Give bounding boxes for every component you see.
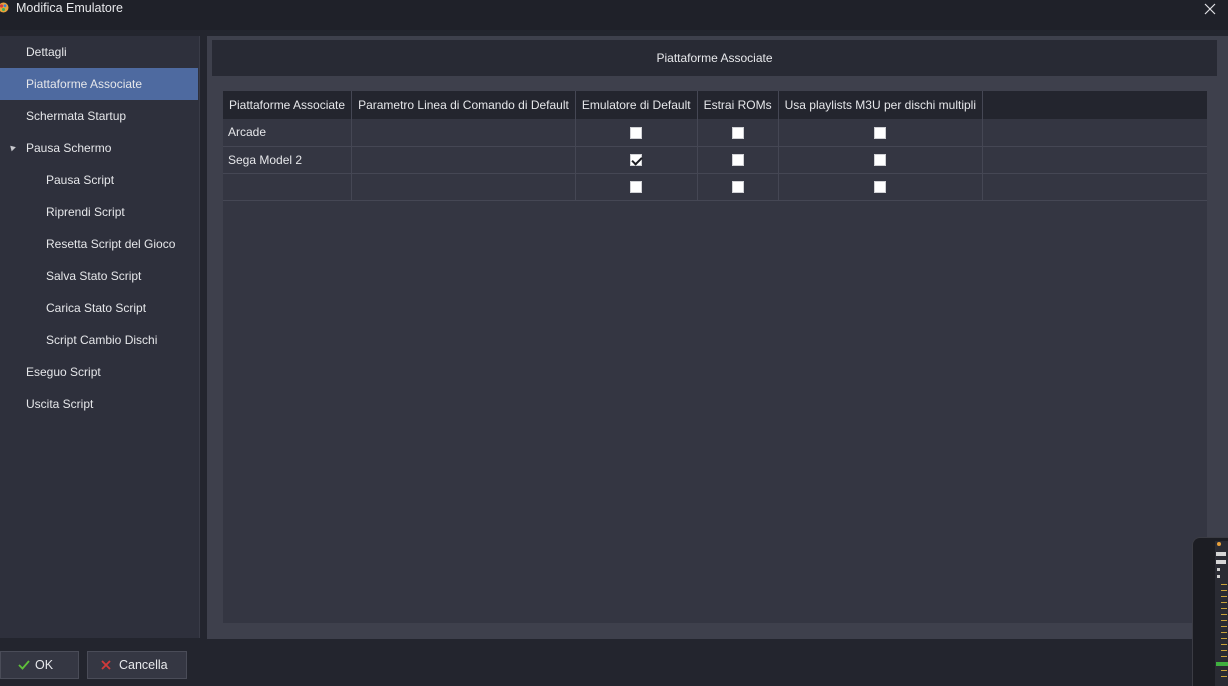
cell-default-emulator (575, 173, 698, 201)
default-emulator-checkbox[interactable] (630, 154, 643, 167)
cell-filler (982, 119, 1207, 147)
column-header-m3u-playlists[interactable]: Usa playlists M3U per dischi multipli (778, 91, 984, 119)
app-icon (0, 2, 9, 13)
cell-platform[interactable]: Arcade (223, 119, 353, 147)
column-header-extract-roms[interactable]: Estrai ROMs (697, 91, 779, 119)
ok-button[interactable]: OK (0, 651, 79, 679)
default-emulator-checkbox[interactable] (630, 181, 643, 194)
column-header-platform[interactable]: Piattaforme Associate (223, 91, 353, 119)
cell-platform[interactable]: Sega Model 2 (223, 146, 353, 174)
sidebar: Dettagli Piattaforme Associate Schermata… (0, 36, 200, 638)
table-row[interactable]: Sega Model 2 (223, 146, 1207, 174)
sidebar-item-uscita-script[interactable]: Uscita Script (0, 388, 198, 420)
window-thumbnail-preview[interactable] (1192, 537, 1228, 686)
sidebar-item-label: Resetta Script del Gioco (46, 237, 176, 251)
sidebar-item-label: Schermata Startup (26, 109, 127, 123)
cell-filler (982, 146, 1207, 174)
cell-command-line[interactable] (351, 146, 576, 174)
cell-m3u-playlists (778, 119, 984, 147)
cell-m3u-playlists (778, 173, 984, 201)
sidebar-item-label: Riprendi Script (46, 205, 125, 219)
sidebar-item-riprendi-script[interactable]: Riprendi Script (0, 196, 198, 228)
sidebar-item-label: Pausa Script (46, 173, 115, 187)
panel-header: Piattaforme Associate (212, 40, 1217, 76)
platforms-grid: Piattaforme Associate Parametro Linea di… (223, 91, 1207, 623)
close-button[interactable] (1198, 0, 1222, 18)
cell-m3u-playlists (778, 146, 984, 174)
sidebar-item-label: Piattaforme Associate (26, 77, 143, 91)
cell-platform[interactable] (223, 173, 353, 201)
cell-command-line[interactable] (351, 119, 576, 147)
table-row[interactable] (223, 173, 1207, 201)
m3u-playlists-checkbox[interactable] (874, 181, 887, 194)
extract-roms-checkbox[interactable] (731, 154, 744, 167)
cell-extract-roms (697, 119, 779, 147)
cell-default-emulator (575, 146, 698, 174)
table-row[interactable]: Arcade (223, 119, 1207, 147)
sidebar-item-label: Eseguo Script (26, 365, 101, 379)
close-icon (1204, 3, 1216, 15)
cell-command-line[interactable] (351, 173, 576, 201)
column-header-filler (982, 91, 1207, 119)
sidebar-item-label: Script Cambio Dischi (46, 333, 158, 347)
sidebar-item-eseguo-script[interactable]: Eseguo Script (0, 356, 198, 388)
cancel-button-label: Cancella (119, 658, 168, 672)
default-emulator-checkbox[interactable] (630, 127, 643, 140)
sidebar-item-carica-stato-script[interactable]: Carica Stato Script (0, 292, 198, 324)
sidebar-item-label: Carica Stato Script (46, 301, 147, 315)
thumbnail-image (1215, 541, 1228, 686)
cell-default-emulator (575, 119, 698, 147)
column-header-default-emulator[interactable]: Emulatore di Default (575, 91, 698, 119)
cell-extract-roms (697, 146, 779, 174)
m3u-playlists-checkbox[interactable] (874, 127, 887, 140)
ok-button-label: OK (35, 658, 54, 672)
extract-roms-checkbox[interactable] (731, 127, 744, 140)
sidebar-item-resetta-script[interactable]: Resetta Script del Gioco (0, 228, 198, 260)
cell-extract-roms (697, 173, 779, 201)
sidebar-item-label: Dettagli (26, 45, 67, 59)
extract-roms-checkbox[interactable] (731, 181, 744, 194)
cell-filler (982, 173, 1207, 201)
sidebar-item-dettagli[interactable]: Dettagli (0, 36, 198, 68)
title-bar: Modifica Emulatore (0, 0, 1228, 30)
sidebar-item-pausa-schermo[interactable]: Pausa Schermo (0, 132, 198, 164)
sidebar-item-piattaforme-associate[interactable]: Piattaforme Associate (0, 68, 198, 100)
expand-arrow-icon[interactable] (8, 143, 16, 152)
table-header-row: Piattaforme Associate Parametro Linea di… (223, 91, 1207, 119)
platforms-table: Piattaforme Associate Parametro Linea di… (223, 91, 1207, 201)
sidebar-item-label: Pausa Schermo (26, 141, 112, 155)
checkmark-icon (18, 660, 30, 670)
m3u-playlists-checkbox[interactable] (874, 154, 887, 167)
sidebar-item-script-cambio-dischi[interactable]: Script Cambio Dischi (0, 324, 198, 356)
column-header-command-line[interactable]: Parametro Linea di Comando di Default (351, 91, 576, 119)
sidebar-item-label: Salva Stato Script (46, 269, 142, 283)
window-title: Modifica Emulatore (16, 1, 123, 15)
sidebar-item-salva-stato-script[interactable]: Salva Stato Script (0, 260, 198, 292)
sidebar-item-pausa-script[interactable]: Pausa Script (0, 164, 198, 196)
main-panel: Piattaforme Associate Piattaforme Associ… (207, 36, 1228, 639)
cancel-button[interactable]: Cancella (87, 651, 187, 679)
cancel-x-icon (101, 660, 111, 670)
sidebar-item-label: Uscita Script (26, 397, 94, 411)
sidebar-item-schermata-startup[interactable]: Schermata Startup (0, 100, 198, 132)
